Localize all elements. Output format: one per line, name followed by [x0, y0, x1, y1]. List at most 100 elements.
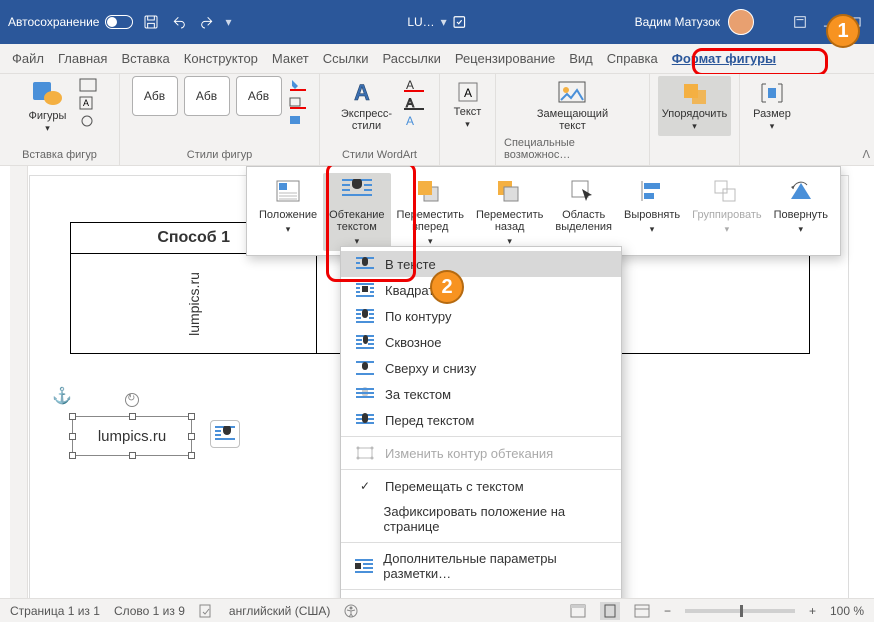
group-label: Стили WordArt — [342, 149, 417, 163]
zoom-in-icon[interactable]: + — [809, 604, 816, 618]
anchor-icon: ⚓ — [52, 386, 72, 406]
express-styles-button[interactable]: A Экспресс- стили — [335, 76, 398, 136]
svg-text:A: A — [406, 78, 414, 92]
redo-icon[interactable] — [197, 12, 217, 32]
collapse-ribbon-icon[interactable]: ᐱ — [862, 148, 870, 161]
group-label: Вставка фигур — [22, 149, 97, 163]
focus-mode-icon[interactable] — [570, 604, 586, 618]
accessibility-status-icon[interactable] — [344, 604, 358, 618]
tab-mailings[interactable]: Рассылки — [376, 47, 446, 70]
ribbon: Фигуры ▾ A Вставка фигур Абв Абв Абв Сти… — [0, 74, 874, 166]
wrap-fix-position[interactable]: Зафиксировать положение на странице — [341, 499, 621, 539]
group-wordart-styles: A Экспресс- стили A A A Стили WordArt — [320, 74, 440, 165]
autosave-toggle[interactable] — [105, 15, 133, 29]
wrap-behind[interactable]: За текстом — [341, 381, 621, 407]
selection-pane-button[interactable]: Область выделения — [549, 173, 618, 251]
vertical-ruler — [10, 166, 28, 598]
group-accessibility: Замещающий текст Специальные возможнос… — [496, 74, 650, 165]
shapes-button[interactable]: Фигуры ▾ — [23, 76, 73, 138]
wrap-front[interactable]: Перед текстом — [341, 407, 621, 433]
tight-icon — [355, 308, 375, 324]
wrap-set-default: Сделать макетом по умолчанию — [341, 593, 621, 598]
align-button[interactable]: Выровнять▾ — [618, 173, 686, 251]
autosave-toggle-group: Автосохранение — [8, 15, 133, 29]
wrap-tight[interactable]: По контуру — [341, 303, 621, 329]
shape-text: lumpics.ru — [98, 428, 166, 445]
group-insert-shapes: Фигуры ▾ A Вставка фигур — [0, 74, 120, 165]
front-icon — [355, 412, 375, 428]
layout-options-icon[interactable] — [210, 420, 240, 448]
square-icon — [355, 282, 375, 298]
tab-layout[interactable]: Макет — [266, 47, 315, 70]
table-cell-1[interactable]: lumpics.ru — [71, 254, 317, 354]
zoom-slider[interactable] — [685, 609, 795, 613]
tab-insert[interactable]: Вставка — [115, 47, 175, 70]
wrap-move-with-text[interactable]: ✓ Перемещать с текстом — [341, 473, 621, 499]
behind-icon — [355, 386, 375, 402]
web-layout-icon[interactable] — [634, 604, 650, 618]
shape-style-3[interactable]: Абв — [236, 76, 282, 116]
tab-review[interactable]: Рецензирование — [449, 47, 561, 70]
check-icon: ✓ — [355, 478, 375, 494]
group-label: Специальные возможнос… — [504, 137, 641, 163]
group-arrange-btn: Упорядочить ▾ — [650, 74, 740, 165]
zoom-out-icon[interactable]: − — [664, 604, 671, 618]
rotation-handle[interactable] — [125, 393, 139, 407]
wrap-text-menu: В тексте Квадрат По контуру Сквозное Све… — [340, 246, 622, 598]
doc-name: LU… — [407, 15, 434, 29]
print-layout-icon[interactable] — [600, 602, 620, 620]
svg-text:A: A — [406, 96, 414, 110]
send-backward-button[interactable]: Переместить назад▾ — [470, 173, 549, 251]
title-bar: Автосохранение ▾ LU… ▾ Вадим Матузок — [0, 0, 874, 44]
group-label: Стили фигур — [187, 149, 252, 163]
highlight-box-2 — [326, 166, 416, 282]
group-text: A Текст ▾ — [440, 74, 496, 165]
annotation-2: 2 — [430, 270, 464, 304]
wrap-through[interactable]: Сквозное — [341, 329, 621, 355]
group-button: Группировать▾ — [686, 173, 768, 251]
svg-text:A: A — [83, 98, 89, 108]
document-canvas: Способ 1 Способ 3 lumpics.ru ⚓ lumpics.r… — [0, 166, 874, 598]
alt-text-button[interactable]: Замещающий текст — [531, 76, 614, 136]
save-icon[interactable] — [141, 12, 161, 32]
user-avatar[interactable] — [728, 9, 754, 35]
shape-style-1[interactable]: Абв — [132, 76, 178, 116]
page-indicator[interactable]: Страница 1 из 1 — [10, 604, 100, 618]
zoom-level[interactable]: 100 % — [830, 604, 864, 618]
group-size-btn: Размер ▾ — [740, 74, 804, 165]
wrap-edit-points: Изменить контур обтекания — [341, 440, 621, 466]
svg-text:A: A — [406, 114, 414, 128]
word-count[interactable]: Слово 1 из 9 — [114, 604, 185, 618]
tab-design[interactable]: Конструктор — [178, 47, 264, 70]
text-fill-outline[interactable]: A A A — [404, 76, 424, 128]
shape-fill-outline[interactable] — [288, 76, 308, 128]
tab-help[interactable]: Справка — [601, 47, 664, 70]
svg-text:A: A — [354, 80, 370, 105]
position-button[interactable]: Положение▾ — [253, 173, 323, 251]
saved-icon — [453, 15, 467, 29]
top-bottom-icon — [355, 360, 375, 376]
edit-points-icon — [355, 445, 375, 461]
shape-tools[interactable]: A — [79, 76, 97, 128]
size-button[interactable]: Размер ▾ — [747, 76, 797, 136]
tab-view[interactable]: Вид — [563, 47, 599, 70]
text-button[interactable]: A Текст ▾ — [443, 76, 493, 134]
tab-file[interactable]: Файл — [6, 47, 50, 70]
ribbon-options-icon[interactable] — [790, 12, 810, 32]
language-indicator[interactable]: английский (США) — [229, 604, 330, 618]
rotate-button[interactable]: Повернуть▾ — [768, 173, 834, 251]
undo-icon[interactable] — [169, 12, 189, 32]
spellcheck-icon[interactable] — [199, 604, 215, 618]
wrap-more-options[interactable]: Дополнительные параметры разметки… — [341, 546, 621, 586]
shape-style-2[interactable]: Абв — [184, 76, 230, 116]
through-icon — [355, 334, 375, 350]
highlight-box-1 — [692, 48, 828, 76]
status-bar: Страница 1 из 1 Слово 1 из 9 английский … — [0, 598, 874, 622]
tab-home[interactable]: Главная — [52, 47, 113, 70]
selected-shape[interactable]: lumpics.ru — [72, 416, 192, 456]
arrange-button[interactable]: Упорядочить ▾ — [658, 76, 731, 136]
more-options-icon — [355, 558, 373, 574]
wrap-top-bottom[interactable]: Сверху и снизу — [341, 355, 621, 381]
tab-references[interactable]: Ссылки — [317, 47, 375, 70]
group-shape-styles: Абв Абв Абв Стили фигур — [120, 74, 320, 165]
